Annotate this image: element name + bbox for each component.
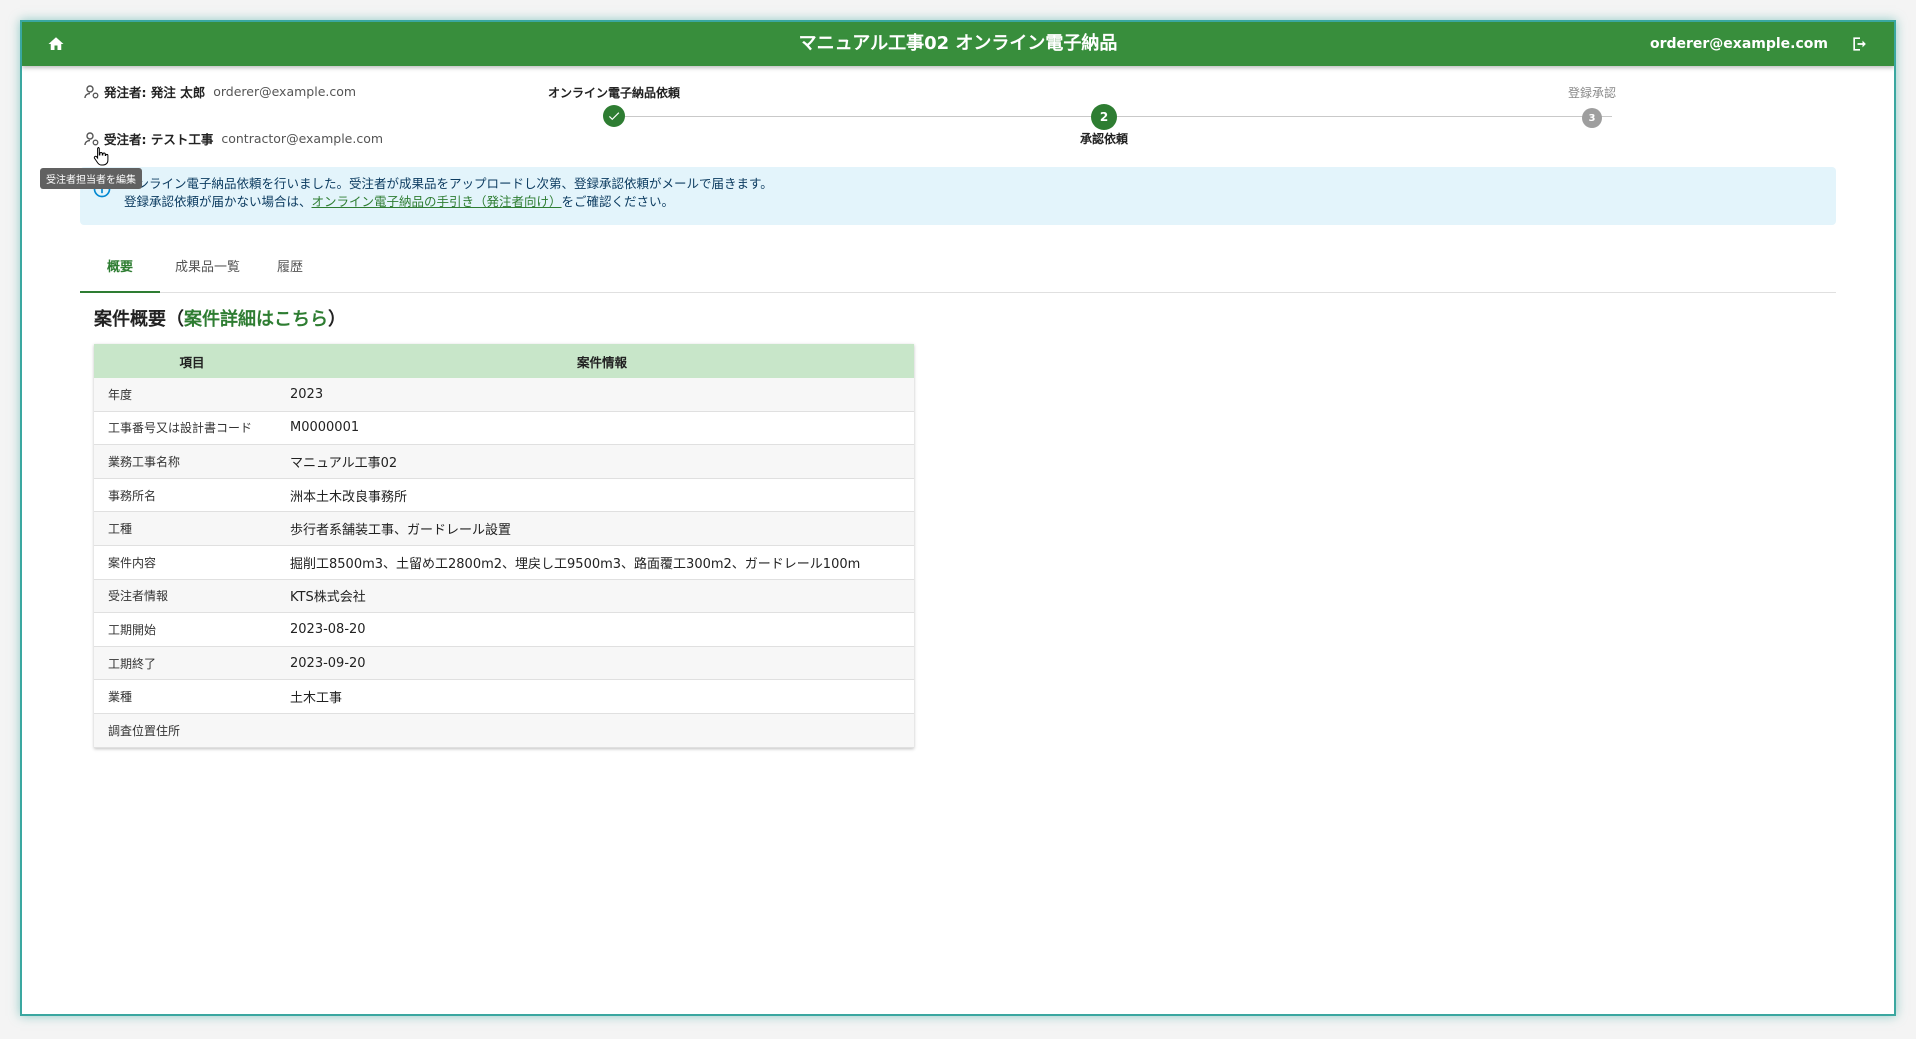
step-number-3: 3 <box>1588 112 1596 124</box>
row-key: 年度 <box>94 378 290 412</box>
alert-line-1: オンライン電子納品依頼を行いました。受注者が成果品をアップロードし次第、登録承認… <box>124 176 773 191</box>
logout-icon <box>1853 37 1866 51</box>
row-key: 工事番号又は設計書コード <box>94 411 290 446</box>
info-alert: オンライン電子納品依頼を行いました。受注者が成果品をアップロードし次第、登録承認… <box>80 167 1836 225</box>
row-value: 2023-08-20 <box>290 612 914 647</box>
contractor-email: contractor@example.com <box>221 131 384 146</box>
alert-line-2-suffix: をご確認ください。 <box>561 194 675 209</box>
tab-deliverables[interactable]: 成果品一覧 <box>160 244 255 292</box>
step-label-2: 承認依頼 <box>1079 132 1129 146</box>
table-row: 案件内容 掘削工8500m3、土留め工2800m2、埋戻し工9500m3、路面覆工… <box>94 545 914 580</box>
step-label-1: オンライン電子納品依頼 <box>547 86 681 100</box>
summary-title-suffix: ） <box>328 309 346 330</box>
logout-button[interactable] <box>1846 30 1874 58</box>
person-settings-icon <box>84 84 100 100</box>
row-value: 土木工事 <box>290 679 914 714</box>
table-row: 工期開始 2023-08-20 <box>94 612 914 647</box>
top-bar: マニュアル工事02 オンライン電子納品 orderer@example.com <box>22 22 1894 66</box>
row-key: 調査位置住所 <box>94 713 290 748</box>
row-key: 工種 <box>94 511 290 546</box>
row-value: 歩行者系舗装工事、ガードレール設置 <box>290 511 914 546</box>
orderer-name: 発注者: 発注 太郎 <box>104 85 206 100</box>
project-detail-link[interactable]: 案件詳細はこちら <box>184 309 328 330</box>
table-row: 年度 2023 <box>94 378 914 412</box>
alert-line-2: 登録承認依頼が届かない場合は、オンライン電子納品の手引き（発注者向け）をご確認く… <box>124 193 1836 211</box>
summary-table: 項目 案件情報 年度 2023 工事番号又は設計書コード M0000001 業務工事… <box>94 344 914 748</box>
row-key: 事務所名 <box>94 478 290 513</box>
row-value: 2023 <box>290 378 914 412</box>
row-key: 業務工事名称 <box>94 444 290 479</box>
row-value: 2023-09-20 <box>290 646 914 681</box>
table-row: 事務所名 洲本土木改良事務所 <box>94 478 914 513</box>
summary-title: 案件概要（案件詳細はこちら） <box>94 305 346 331</box>
step-label-3: 登録承認 <box>1567 86 1617 100</box>
row-value: 洲本土木改良事務所 <box>290 478 914 513</box>
contractor-info: 受注者: テスト工事 contractor@example.com <box>84 129 383 148</box>
row-key: 工期開始 <box>94 612 290 647</box>
tab-history[interactable]: 履歴 <box>255 244 325 292</box>
row-key: 受注者情報 <box>94 579 290 614</box>
column-header-info: 案件情報 <box>290 344 914 378</box>
table-header-row: 項目 案件情報 <box>94 344 914 378</box>
table-row: 工種 歩行者系舗装工事、ガードレール設置 <box>94 511 914 546</box>
row-value: M0000001 <box>290 411 914 446</box>
step-number-2: 2 <box>1099 110 1109 124</box>
tooltip: 受注者担当者を編集 <box>40 168 142 189</box>
orderer-info: 発注者: 発注 太郎 orderer@example.com <box>84 82 356 101</box>
user-email: orderer@example.com <box>1649 36 1828 52</box>
column-header-item: 項目 <box>94 344 290 378</box>
stepper-line-2 <box>1112 116 1612 117</box>
row-value: KTS株式会社 <box>290 579 914 614</box>
tab-bar: 概要 成果品一覧 履歴 <box>80 244 1836 293</box>
row-key: 業種 <box>94 679 290 714</box>
table-row: 工期終了 2023-09-20 <box>94 646 914 681</box>
alert-line-2-prefix: 登録承認依頼が届かない場合は、 <box>124 194 312 209</box>
step-circle-1 <box>603 105 625 127</box>
edit-contractor-icon[interactable] <box>84 131 100 147</box>
table-row: 業種 土木工事 <box>94 679 914 714</box>
table-row: 工事番号又は設計書コード M0000001 <box>94 411 914 446</box>
hand-cursor-icon <box>93 147 109 166</box>
row-value: 掘削工8500m3、土留め工2800m2、埋戻し工9500m3、路面覆工300m… <box>290 545 914 580</box>
row-key: 案件内容 <box>94 545 290 580</box>
contractor-name: 受注者: テスト工事 <box>104 132 214 147</box>
step-circle-2: 2 <box>1091 104 1117 130</box>
orderer-email: orderer@example.com <box>213 84 357 99</box>
table-row: 業務工事名称 マニュアル工事02 <box>94 444 914 479</box>
row-value <box>290 713 914 748</box>
step-circle-3: 3 <box>1582 108 1602 128</box>
manual-link[interactable]: オンライン電子納品の手引き（発注者向け） <box>312 194 562 209</box>
page-title: マニュアル工事02 オンライン電子納品 <box>798 33 1118 54</box>
table-row: 受注者情報 KTS株式会社 <box>94 579 914 614</box>
check-icon <box>608 112 620 121</box>
tab-overview[interactable]: 概要 <box>80 244 160 293</box>
row-key: 工期終了 <box>94 646 290 681</box>
table-row: 調査位置住所 <box>94 713 914 748</box>
app-window: マニュアル工事02 オンライン電子納品 orderer@example.com … <box>20 20 1896 1016</box>
summary-title-prefix: 案件概要（ <box>94 309 184 330</box>
row-value: マニュアル工事02 <box>290 444 914 479</box>
stepper-line-1 <box>622 116 1122 117</box>
